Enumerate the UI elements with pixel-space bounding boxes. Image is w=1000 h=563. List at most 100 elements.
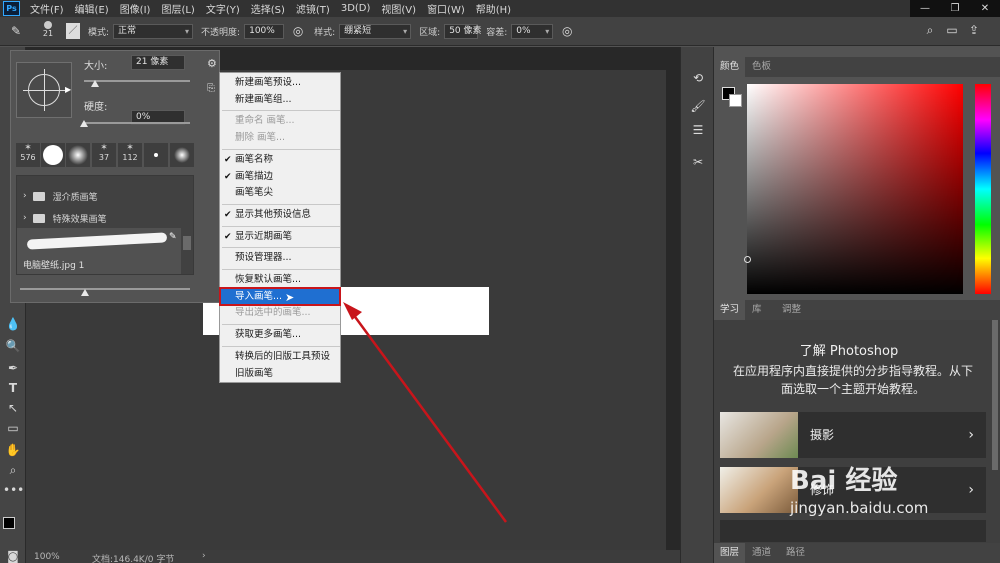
- doc-info-arrow-icon[interactable]: ›: [202, 551, 206, 561]
- zoom-level[interactable]: 100%: [34, 552, 60, 562]
- folder-special-effects[interactable]: › 特殊效果画笔: [23, 210, 107, 226]
- size-input[interactable]: 21 像素: [131, 55, 185, 70]
- tools-icon[interactable]: ✂: [689, 153, 707, 171]
- brush-preset-small-dot[interactable]: [144, 143, 168, 167]
- history-icon[interactable]: ⟲: [689, 69, 707, 87]
- tab-channels[interactable]: 通道: [746, 543, 777, 563]
- menu-item-6[interactable]: ✔ 画笔名称: [221, 152, 341, 168]
- spot-healing-tool-icon[interactable]: ✎: [8, 23, 24, 39]
- color-picker-field[interactable]: [747, 84, 963, 294]
- menu-item-label: 恢复默认画笔...: [235, 274, 302, 285]
- tab-libraries[interactable]: 库: [746, 300, 768, 320]
- brush-preset-37[interactable]: ✶ 37: [92, 143, 116, 167]
- style-select[interactable]: 绷紧短 ▾: [339, 23, 412, 39]
- folder-wet-media[interactable]: › 湿介质画笔: [23, 188, 98, 204]
- menu-item-4: 删除 画笔...: [221, 130, 341, 146]
- brush-settings-icon[interactable]: ／: [66, 23, 80, 39]
- brush-preset-112[interactable]: ✶ 112: [118, 143, 142, 167]
- zoom-tool-icon[interactable]: ⌕: [3, 461, 23, 479]
- tolerance-input[interactable]: 0% ▾: [511, 23, 554, 39]
- tab-adjustments[interactable]: 调整: [776, 300, 807, 320]
- menu-item-1[interactable]: 新建画笔组...: [221, 92, 341, 108]
- size-slider-track[interactable]: [84, 80, 190, 82]
- close-button[interactable]: ✕: [970, 0, 1000, 17]
- check-icon: ✔: [224, 154, 232, 165]
- brush-picker[interactable]: 21: [38, 19, 58, 43]
- pressure-opacity-icon[interactable]: ◎: [290, 23, 306, 39]
- menu-filter[interactable]: 滤镜(T): [296, 1, 330, 16]
- menu-help[interactable]: 帮助(H): [476, 1, 511, 16]
- menu-window[interactable]: 窗口(W): [427, 1, 465, 16]
- learn-scrollbar[interactable]: [992, 320, 998, 470]
- menu-item-8[interactable]: 画笔笔尖: [221, 185, 341, 201]
- panel-gear-icon[interactable]: ⚙: [207, 57, 217, 70]
- menu-item-16[interactable]: 恢复默认画笔...: [221, 272, 341, 288]
- tab-color[interactable]: 颜色: [714, 57, 746, 77]
- selected-brush-row[interactable]: ✎ 电脑壁纸.jpg 1: [17, 228, 181, 274]
- brush-tip-preview[interactable]: ▶: [16, 62, 72, 118]
- menu-type[interactable]: 文字(Y): [206, 1, 240, 16]
- menu-item-10[interactable]: ✔ 显示其他预设信息: [221, 207, 341, 223]
- hardness-slider-track[interactable]: [84, 122, 190, 124]
- lesson-title: 摄影: [810, 428, 835, 442]
- menu-view[interactable]: 视图(V): [381, 1, 416, 16]
- pen-tool-icon[interactable]: ✒: [3, 359, 23, 377]
- preview-size-slider-track[interactable]: [20, 288, 190, 290]
- maximize-button[interactable]: ❐: [940, 0, 970, 17]
- menu-separator: [222, 203, 340, 205]
- share-icon[interactable]: ⇪: [966, 22, 982, 38]
- list-scrollbar[interactable]: [183, 236, 191, 250]
- rectangle-tool-icon[interactable]: ▭: [3, 419, 23, 437]
- hardness-slider-knob[interactable]: [80, 120, 88, 127]
- menu-file[interactable]: 文件(F): [30, 1, 64, 16]
- size-slider-knob[interactable]: [90, 80, 99, 87]
- area-input[interactable]: 50 像素: [444, 23, 482, 39]
- menu-image[interactable]: 图像(I): [120, 1, 151, 16]
- menu-item-7[interactable]: ✔ 画笔描边: [221, 169, 341, 185]
- adjustments-icon[interactable]: ☰: [689, 121, 707, 139]
- new-preset-icon[interactable]: ⎘: [207, 83, 215, 94]
- blur-tool-icon[interactable]: 💧: [3, 315, 23, 333]
- brush-preset-576[interactable]: ✶ 576: [16, 143, 40, 167]
- minimize-button[interactable]: —: [910, 0, 940, 17]
- dodge-tool-icon[interactable]: 🔍: [3, 337, 23, 355]
- menu-select[interactable]: 选择(S): [251, 1, 285, 16]
- color-picker-marker[interactable]: [744, 256, 751, 263]
- brush-preset-hard-round[interactable]: [41, 143, 65, 167]
- bg-color-chip[interactable]: [729, 94, 742, 107]
- pressure-size-icon[interactable]: ◎: [559, 23, 575, 39]
- brush-stroke-preview: [26, 232, 168, 250]
- menu-item-0[interactable]: 新建画笔预设...: [221, 75, 341, 91]
- more-tools-icon[interactable]: •••: [3, 481, 24, 499]
- tab-layers[interactable]: 图层: [714, 543, 746, 563]
- photoshop-logo: Ps: [3, 1, 20, 16]
- menu-item-14[interactable]: 预设管理器...: [221, 250, 341, 266]
- menu-layer[interactable]: 图层(L): [161, 1, 194, 16]
- mode-select[interactable]: 正常 ▾: [113, 23, 194, 39]
- brush-edit-icon[interactable]: ✎: [169, 232, 177, 242]
- menu-item-12[interactable]: ✔ 显示近期画笔: [221, 229, 341, 245]
- type-tool-icon[interactable]: T: [3, 379, 23, 397]
- tab-swatches[interactable]: 色板: [746, 57, 777, 77]
- menu-edit[interactable]: 编辑(E): [75, 1, 109, 16]
- menu-item-20[interactable]: 获取更多画笔...: [221, 327, 341, 343]
- lesson-photography[interactable]: 摄影 ›: [720, 412, 986, 458]
- tab-learn[interactable]: 学习: [714, 300, 746, 320]
- hand-tool-icon[interactable]: ✋: [3, 441, 23, 459]
- menu-3d[interactable]: 3D(D): [341, 3, 371, 14]
- menu-item-22[interactable]: 转换后的旧版工具预设: [221, 349, 341, 365]
- tab-paths[interactable]: 路径: [780, 543, 811, 563]
- quick-mask-icon[interactable]: ◙: [3, 547, 23, 563]
- brush-preset-soft-round[interactable]: [66, 143, 90, 167]
- path-select-tool-icon[interactable]: ↖: [3, 399, 23, 417]
- brush-preset-size: 37: [98, 153, 110, 162]
- menu-item-23[interactable]: 旧版画笔: [221, 366, 341, 382]
- search-icon[interactable]: ⌕: [922, 22, 938, 38]
- brush-settings-panel-icon[interactable]: 🖌: [689, 97, 707, 115]
- workspace-icon[interactable]: ▭: [944, 22, 960, 38]
- hue-slider[interactable]: [975, 84, 991, 294]
- brush-preset-soft-medium[interactable]: [170, 143, 194, 167]
- foreground-color-swatch[interactable]: [3, 517, 15, 529]
- opacity-input[interactable]: 100%: [244, 23, 285, 39]
- preview-size-slider-knob[interactable]: [81, 289, 89, 296]
